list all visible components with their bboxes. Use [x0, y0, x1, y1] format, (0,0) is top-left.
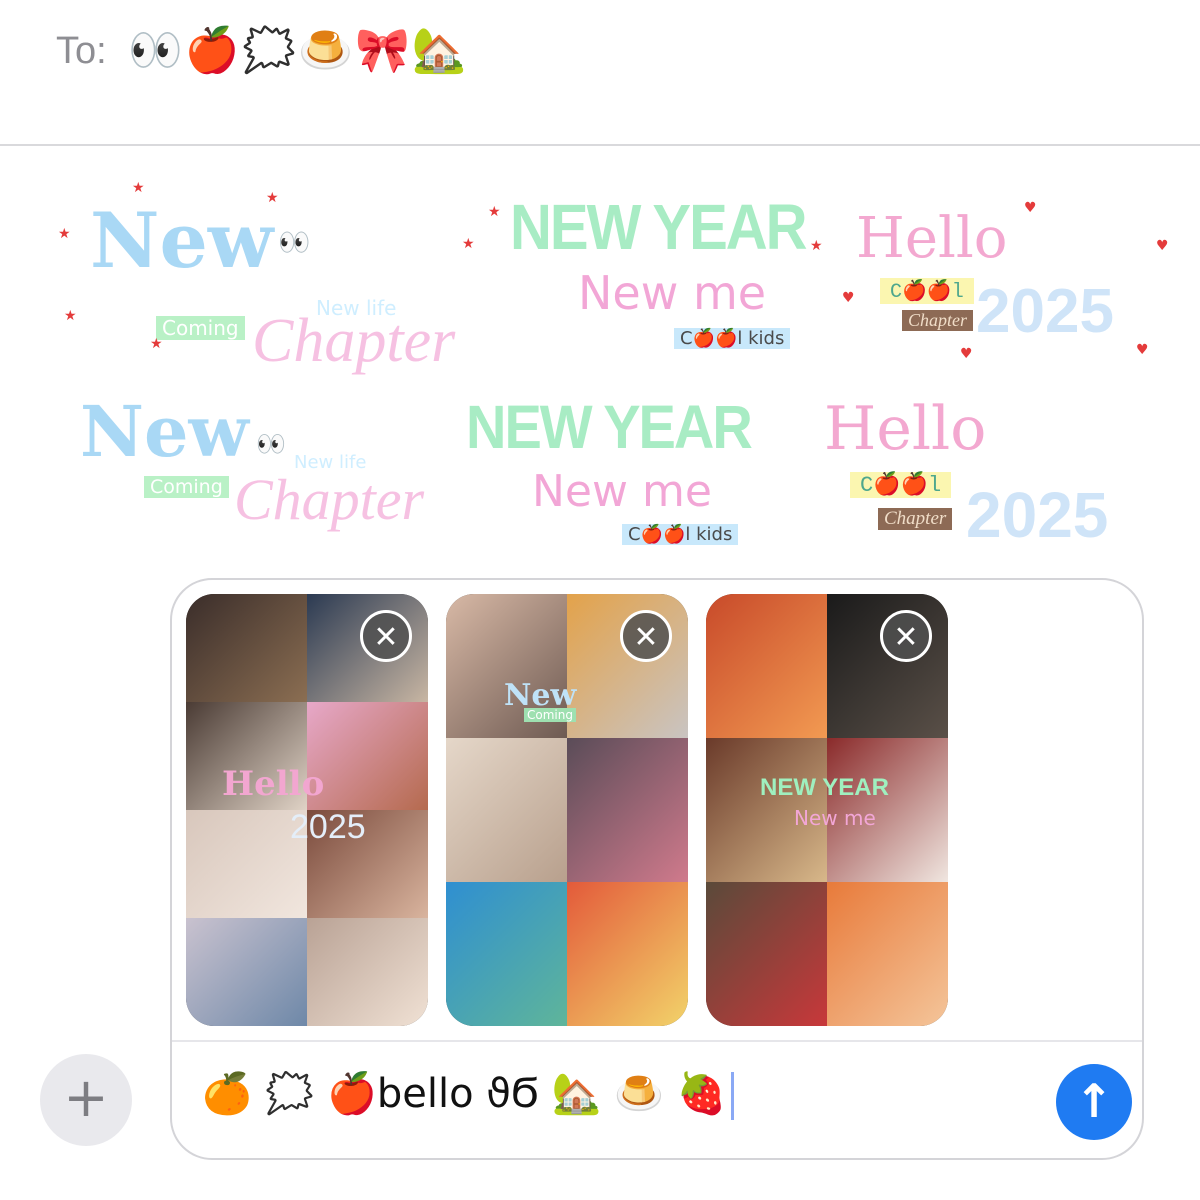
composer-divider	[172, 1040, 1142, 1042]
sticker-title: NEW YEAR	[466, 391, 753, 462]
sticker-title: NEW YEAR	[510, 191, 808, 264]
sticker-title: New	[90, 196, 274, 285]
sticker-new-year[interactable]: NEW YEAR New me C🍎🍎l kids	[500, 186, 820, 366]
message-composer[interactable]: Hello 2025 ✕ New Coming ✕ NEW YEAR New m…	[170, 578, 1144, 1160]
sticker-tag-cool: C🍎🍎l	[850, 472, 952, 498]
sticker-sub: New me	[532, 466, 712, 517]
star-icon: ★	[488, 204, 501, 220]
remove-attachment-button[interactable]: ✕	[620, 610, 672, 662]
add-attachment-button[interactable]: +	[40, 1054, 132, 1146]
message-text: 🍊 🗯️ 🍎bello ϑϬ 🏡 🍮 🍓	[202, 1071, 727, 1117]
sticker-tag-chapter: Chapter	[878, 508, 953, 530]
to-label: To:	[56, 30, 107, 72]
collage-overlay-sub: 2025	[290, 808, 366, 846]
heart-icon: ♥	[960, 346, 973, 362]
sticker-tag: Coming	[144, 476, 229, 498]
sticker-tag: C🍎🍎l kids	[622, 524, 739, 545]
sticker-script: Chapter	[234, 467, 425, 532]
collage-overlay-sub: New me	[794, 806, 876, 830]
sticker-title: Hello	[856, 206, 1008, 271]
collage-overlay-title: NEW YEAR	[760, 774, 889, 801]
star-icon: ★	[132, 180, 145, 196]
sticker-title: New	[80, 390, 249, 473]
star-icon: ★	[266, 190, 279, 206]
sticker-sub: New me	[578, 266, 767, 320]
remove-attachment-button[interactable]: ✕	[880, 610, 932, 662]
sticker-new-year[interactable]: NEW YEAR New me C🍎🍎l kids	[466, 390, 766, 560]
send-button[interactable]: ↑	[1056, 1064, 1132, 1140]
star-icon: ★	[462, 236, 475, 252]
collage-overlay-title: Hello	[222, 764, 325, 804]
sticker-tag: C🍎🍎l kids	[674, 328, 791, 349]
sticker-tag-cool: C🍎🍎l	[880, 278, 974, 304]
heart-icon: ♥	[1136, 342, 1149, 358]
recipient-bar[interactable]: To: 👀🍎🗯️🍮🎀🏡	[0, 0, 1200, 146]
sticker-script: Chapter	[252, 307, 456, 375]
message-input[interactable]: 🍊 🗯️ 🍎bello ϑϬ 🏡 🍮 🍓	[202, 1070, 734, 1120]
star-icon: ★	[58, 226, 71, 242]
sticker-tag: Coming	[156, 316, 245, 340]
sticker-hello-2025[interactable]: Hello C🍎🍎l Chapter 2025	[840, 186, 1160, 366]
text-caret	[730, 1072, 734, 1120]
attachment-collage-3[interactable]: NEW YEAR New me ✕	[706, 594, 948, 1026]
sticker-year: 2025	[966, 479, 1109, 551]
heart-icon: ♥	[1024, 200, 1037, 216]
collage-overlay-sub: Coming	[524, 708, 576, 722]
star-icon: ★	[64, 308, 77, 324]
sticker-new-chapter[interactable]: New 👀 New life Coming Chapter	[80, 390, 460, 560]
remove-attachment-button[interactable]: ✕	[360, 610, 412, 662]
star-icon: ★	[810, 238, 823, 254]
sticker-year: 2025	[976, 277, 1114, 346]
attachment-collage-1[interactable]: Hello 2025 ✕	[186, 594, 428, 1026]
eyes-icon: 👀	[256, 430, 286, 458]
sticker-title: Hello	[824, 394, 987, 464]
sticker-tag-chapter: Chapter	[902, 310, 974, 331]
heart-icon: ♥	[842, 290, 855, 306]
sticker-preview-area: New 👀 New life Coming Chapter NEW YEAR N…	[0, 146, 1200, 576]
eyes-icon: 👀	[278, 228, 311, 258]
attachment-collage-2[interactable]: New Coming ✕	[446, 594, 688, 1026]
heart-icon: ♥	[1156, 238, 1169, 254]
star-icon: ★	[150, 336, 163, 352]
sticker-hello-2025[interactable]: Hello C🍎🍎l Chapter 2025	[820, 390, 1160, 560]
sticker-new-chapter[interactable]: New 👀 New life Coming Chapter	[60, 186, 480, 375]
recipient-name[interactable]: 👀🍎🗯️🍮🎀🏡	[128, 24, 469, 76]
